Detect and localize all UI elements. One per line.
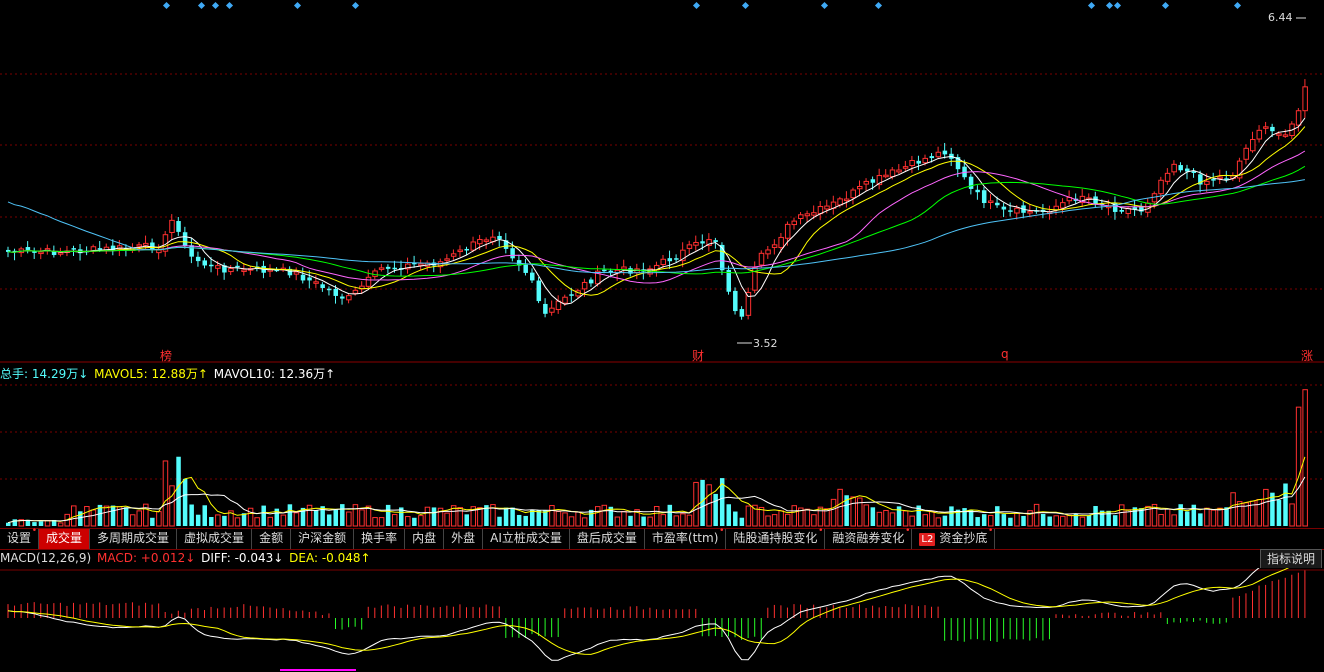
macd-value: MACD: +0.012↓ bbox=[96, 551, 196, 565]
min-price-label: 3.52 bbox=[753, 337, 778, 350]
marker-zhang[interactable]: 涨 bbox=[1301, 347, 1313, 364]
macd-chart[interactable] bbox=[0, 568, 1324, 672]
tab-pe-ttm[interactable]: 市盈率(ttm) • bbox=[645, 527, 727, 549]
max-price-label: 6.44 bbox=[1268, 11, 1293, 24]
tab-volume[interactable]: 成交量 bbox=[39, 529, 91, 549]
tab-northbound-holding[interactable]: 陆股通持股变化 • bbox=[726, 527, 826, 549]
tab-fund-bottom[interactable]: L2 资金抄底 • bbox=[912, 527, 996, 549]
tab-outer[interactable]: 外盘 bbox=[444, 529, 484, 549]
volume-ma10: MAVOL10: 12.36万↑ bbox=[213, 367, 336, 381]
tab-settings[interactable]: 设置 • bbox=[0, 527, 40, 549]
tab-ai-volume[interactable]: AI立桩成交量 bbox=[483, 529, 570, 549]
volume-chart[interactable] bbox=[0, 382, 1324, 528]
macd-title: MACD(12,26,9) bbox=[0, 551, 92, 565]
tab-margin-change[interactable]: 融资融券变化 • bbox=[825, 527, 913, 549]
marker-bang[interactable]: 榜 bbox=[160, 347, 172, 364]
marker-q[interactable]: q bbox=[1001, 347, 1009, 361]
tab-after-hours-volume[interactable]: 盘后成交量 bbox=[570, 529, 645, 549]
tab-hs-amount[interactable]: 沪深金额 bbox=[291, 529, 355, 549]
macd-panel[interactable] bbox=[0, 568, 1324, 672]
volume-ma5: MAVOL5: 12.88万↑ bbox=[94, 367, 208, 381]
tab-virtual-volume[interactable]: 虚拟成交量 bbox=[177, 529, 253, 549]
volume-panel[interactable] bbox=[0, 382, 1324, 528]
l2-badge: L2 bbox=[919, 533, 936, 546]
indicator-help-button[interactable]: 指标说明 bbox=[1259, 549, 1322, 569]
dea-value: DEA: -0.048↑ bbox=[289, 551, 371, 565]
tab-turnover[interactable]: 换手率 bbox=[354, 529, 406, 549]
macd-legend: MACD(12,26,9) MACD: +0.012↓ DIFF: -0.043… bbox=[0, 551, 373, 565]
marker-cai[interactable]: 财 bbox=[692, 347, 704, 364]
indicator-tab-bar: 设置 • 成交量 多周期成交量 虚拟成交量 金额 沪深金额 换手率 内盘 外盘 A… bbox=[0, 527, 1324, 550]
candlestick-panel[interactable]: 6.44 3.52 榜 财 q 涨 bbox=[0, 0, 1324, 364]
volume-legend: 总手: 14.29万↓ MAVOL5: 12.88万↑ MAVOL10: 12.… bbox=[0, 367, 337, 381]
tab-amount[interactable]: 金额 bbox=[252, 529, 292, 549]
candlestick-chart[interactable] bbox=[0, 0, 1324, 364]
volume-total: 总手: 14.29万↓ bbox=[0, 367, 89, 381]
tab-multi-period-volume[interactable]: 多周期成交量 bbox=[90, 529, 178, 549]
tab-inner[interactable]: 内盘 bbox=[405, 529, 445, 549]
diff-value: DIFF: -0.043↓ bbox=[201, 551, 284, 565]
